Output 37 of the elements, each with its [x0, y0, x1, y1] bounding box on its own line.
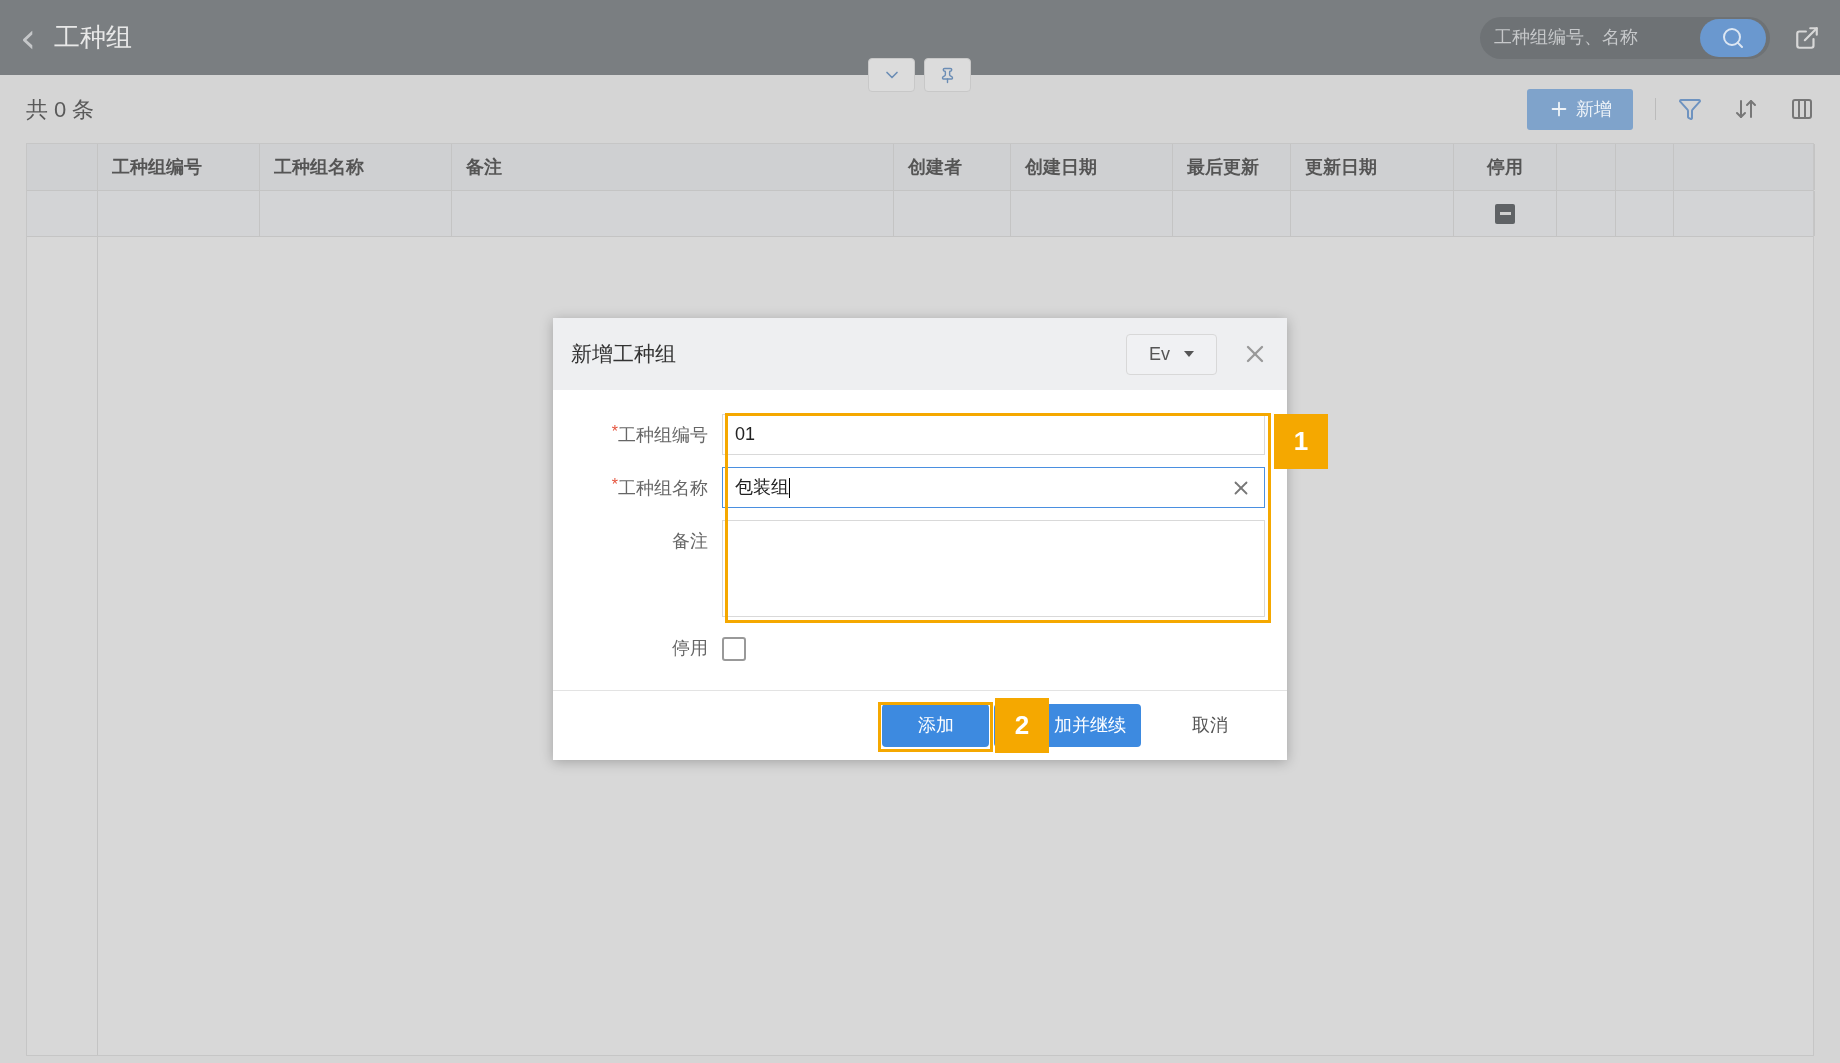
column-header[interactable]: 停用	[1487, 153, 1523, 181]
columns-icon[interactable]	[1790, 97, 1814, 121]
cancel-button[interactable]: 取消	[1177, 704, 1243, 747]
search-icon	[1721, 25, 1745, 50]
record-count: 共 0 条	[26, 95, 95, 124]
field-label: 备注	[672, 530, 708, 553]
column-header[interactable]: 创建者	[908, 153, 962, 181]
minus-icon	[1499, 212, 1511, 215]
search-button[interactable]	[1700, 18, 1766, 57]
text-input[interactable]: 包装组	[722, 467, 1265, 508]
page-title: 工种组	[54, 21, 132, 54]
column-header[interactable]: 创建日期	[1025, 153, 1097, 181]
back-button[interactable]: ‹	[20, 17, 36, 58]
pin-icon	[939, 66, 956, 84]
column-header[interactable]: 最后更新	[1187, 153, 1259, 181]
filter-icon[interactable]	[1678, 97, 1702, 121]
checkbox[interactable]	[722, 636, 746, 661]
field-label: 工种组编号	[618, 424, 708, 447]
field-label: 停用	[672, 637, 708, 660]
sort-icon[interactable]	[1734, 97, 1758, 121]
required-mark: *	[611, 424, 618, 440]
pin-button[interactable]	[924, 58, 971, 92]
column-header[interactable]: 工种组编号	[112, 153, 202, 181]
field-label: 工种组名称	[618, 477, 708, 500]
share-icon[interactable]	[1794, 24, 1820, 51]
column-header[interactable]: 备注	[466, 153, 502, 181]
indeterminate-checkbox[interactable]	[1495, 203, 1515, 224]
search-field[interactable]: 工种组编号、名称	[1480, 16, 1770, 59]
column-header[interactable]: 更新日期	[1305, 153, 1377, 181]
language-dropdown[interactable]: Ev	[1126, 333, 1217, 375]
column-header[interactable]: 工种组名称	[274, 153, 364, 181]
step-badge: 1	[1274, 414, 1328, 469]
textarea-field[interactable]	[722, 520, 1265, 617]
step-badge: 2	[995, 698, 1049, 753]
primary-button[interactable]: 添加	[882, 704, 989, 747]
required-mark: *	[611, 477, 618, 493]
dialog-title: 新增工种组	[571, 341, 677, 368]
